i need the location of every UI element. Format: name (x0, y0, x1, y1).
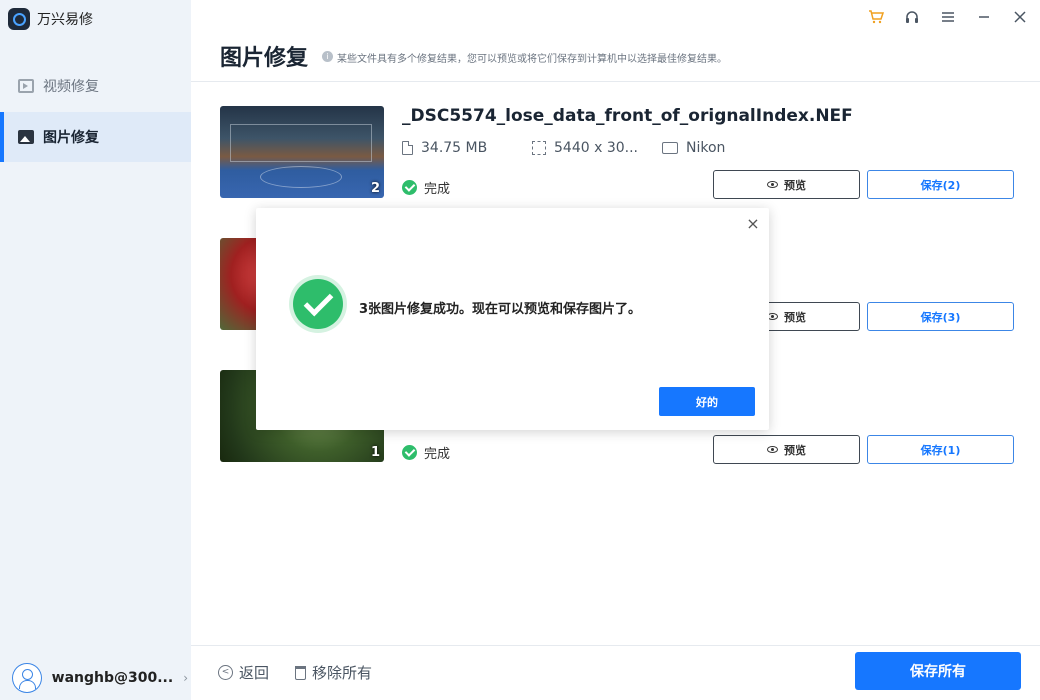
dialog-close-icon[interactable]: × (745, 216, 761, 232)
success-dialog: × 3张图片修复成功。现在可以预览和保存图片了。 好的 (256, 208, 769, 430)
dialog-ok-button[interactable]: 好的 (659, 387, 755, 416)
dialog-message: 3张图片修复成功。现在可以预览和保存图片了。 (359, 302, 642, 317)
success-check-icon (293, 279, 343, 329)
